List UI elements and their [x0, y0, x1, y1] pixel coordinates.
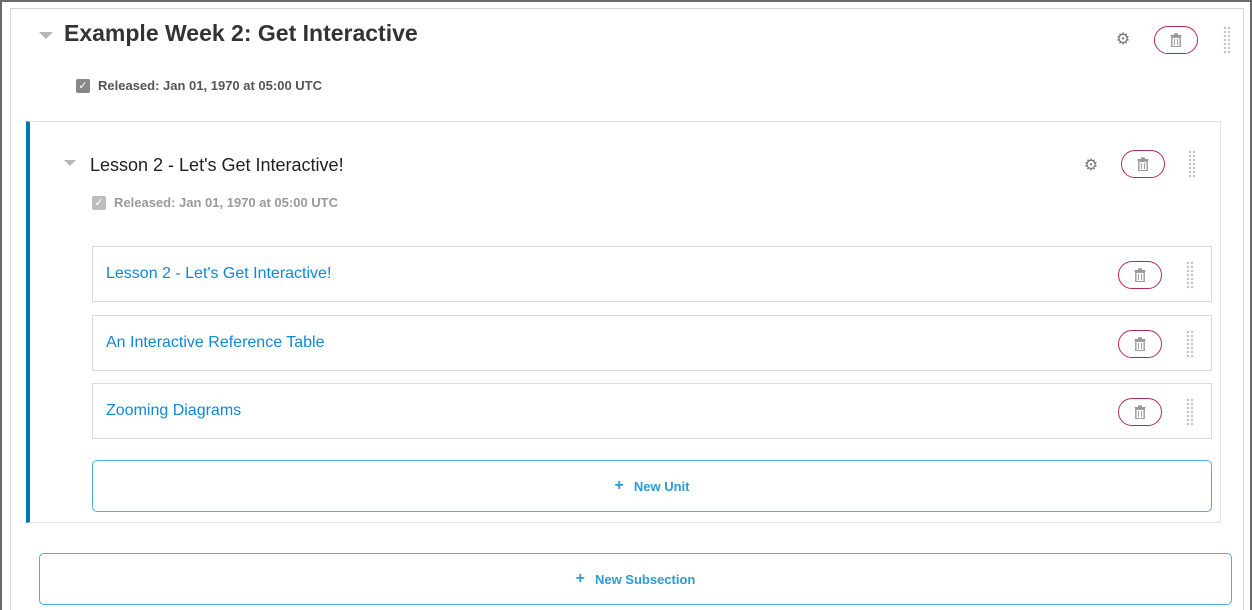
unit-delete-button[interactable] — [1118, 261, 1162, 289]
trash-icon — [1134, 268, 1146, 282]
unit-drag-handle-icon[interactable] — [1186, 330, 1194, 358]
unit-link[interactable]: Lesson 2 - Let's Get Interactive! — [106, 247, 331, 301]
subsection-release-status: ✓ Released: Jan 01, 1970 at 05:00 UTC — [92, 195, 338, 210]
subsection-drag-handle-icon[interactable] — [1188, 150, 1196, 178]
plus-icon: + — [614, 477, 624, 494]
unit-row: An Interactive Reference Table — [92, 315, 1212, 371]
gear-icon[interactable]: ⚙ — [1115, 31, 1131, 47]
unit-link[interactable]: An Interactive Reference Table — [106, 316, 325, 370]
section-collapse-icon[interactable] — [39, 32, 53, 39]
gear-icon[interactable]: ⚙ — [1083, 157, 1099, 173]
section-title[interactable]: Example Week 2: Get Interactive — [64, 20, 418, 47]
unit-delete-button[interactable] — [1118, 330, 1162, 358]
unit-drag-handle-icon[interactable] — [1186, 398, 1194, 426]
checkbox-icon: ✓ — [92, 195, 106, 210]
new-unit-label: New Unit — [633, 478, 690, 494]
unit-link[interactable]: Zooming Diagrams — [106, 384, 241, 438]
unit-delete-button[interactable] — [1118, 398, 1162, 426]
section-drag-handle-icon[interactable] — [1223, 26, 1231, 54]
plus-icon: + — [575, 570, 585, 587]
subsection-released-text: Released: Jan 01, 1970 at 05:00 UTC — [114, 195, 339, 210]
trash-icon — [1134, 405, 1146, 419]
section-release-status: ✓ Released: Jan 01, 1970 at 05:00 UTC — [76, 78, 322, 93]
subsection-delete-button[interactable] — [1121, 150, 1165, 178]
unit-row: Zooming Diagrams — [92, 383, 1212, 439]
subsection-collapse-icon[interactable] — [64, 160, 76, 166]
section-released-text: Released: Jan 01, 1970 at 05:00 UTC — [98, 78, 323, 93]
unit-row: Lesson 2 - Let's Get Interactive! — [92, 246, 1212, 302]
unit-drag-handle-icon[interactable] — [1186, 261, 1194, 289]
new-subsection-label: New Subsection — [594, 571, 696, 587]
subsection-title[interactable]: Lesson 2 - Let's Get Interactive! — [90, 155, 344, 176]
section-delete-button[interactable] — [1154, 26, 1198, 54]
trash-icon — [1170, 33, 1182, 47]
trash-icon — [1134, 337, 1146, 351]
new-subsection-button[interactable]: + New Subsection — [39, 553, 1232, 605]
new-unit-button[interactable]: + New Unit — [92, 460, 1212, 512]
checkbox-icon: ✓ — [76, 78, 90, 93]
trash-icon — [1137, 157, 1149, 171]
